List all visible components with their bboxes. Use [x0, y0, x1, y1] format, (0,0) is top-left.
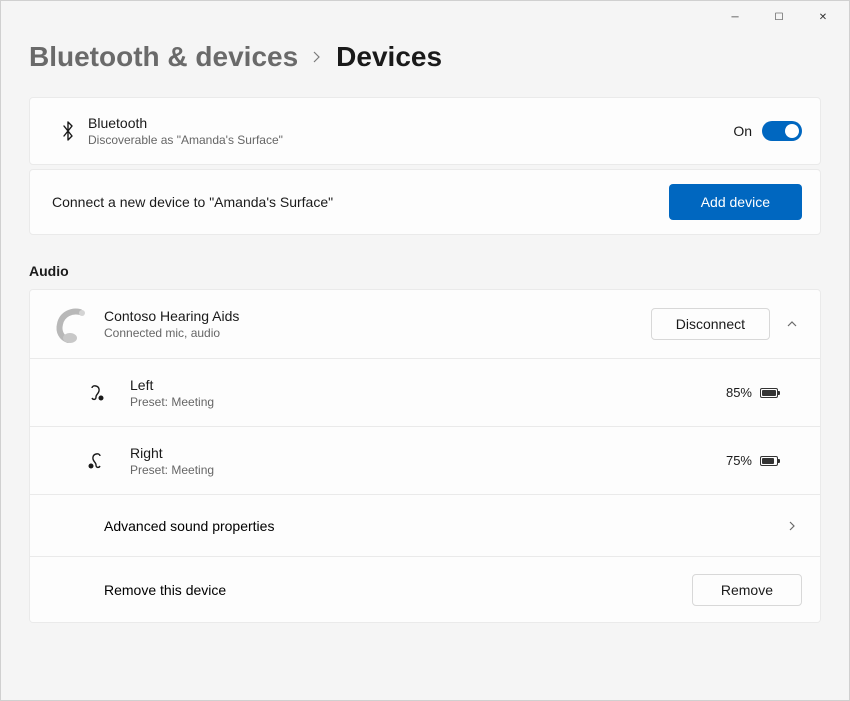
right-label: Right: [130, 445, 726, 461]
chevron-right-icon: [782, 520, 802, 532]
close-button[interactable]: ✕: [801, 3, 845, 31]
titlebar: ─ ☐ ✕: [1, 1, 849, 33]
bluetooth-icon: [48, 120, 88, 142]
audio-section-header: Audio: [29, 263, 821, 279]
ear-right-icon: [48, 452, 112, 470]
device-status: Connected mic, audio: [104, 326, 651, 340]
battery-icon: [760, 456, 778, 466]
advanced-sound-row[interactable]: Advanced sound properties: [30, 494, 820, 556]
bluetooth-text: Bluetooth Discoverable as "Amanda's Surf…: [88, 115, 733, 147]
page-title: Devices: [336, 41, 442, 73]
remove-button[interactable]: Remove: [692, 574, 802, 606]
battery-icon: [760, 388, 778, 398]
device-name: Contoso Hearing Aids: [104, 308, 651, 324]
add-device-card: Connect a new device to "Amanda's Surfac…: [29, 169, 821, 235]
breadcrumb: Bluetooth & devices Devices: [29, 41, 821, 73]
minimize-icon: ─: [731, 12, 738, 23]
breadcrumb-parent[interactable]: Bluetooth & devices: [29, 41, 298, 73]
remove-device-row: Remove this device Remove: [30, 556, 820, 622]
chevron-up-icon[interactable]: [782, 320, 802, 328]
disconnect-button[interactable]: Disconnect: [651, 308, 770, 340]
left-preset: Preset: Meeting: [130, 395, 726, 409]
maximize-button[interactable]: ☐: [757, 3, 801, 31]
settings-window: ─ ☐ ✕ Bluetooth & devices Devices Blueto…: [0, 0, 850, 701]
battery-fill-right: [762, 458, 774, 464]
add-device-button[interactable]: Add device: [669, 184, 802, 220]
bluetooth-toggle-label: On: [733, 123, 752, 139]
advanced-sound-label: Advanced sound properties: [48, 518, 770, 534]
left-label: Left: [130, 377, 726, 393]
remove-device-label: Remove this device: [48, 582, 692, 598]
device-header-row[interactable]: Contoso Hearing Aids Connected mic, audi…: [30, 290, 820, 358]
hearing-aids-icon: [48, 302, 92, 346]
connect-text: Connect a new device to "Amanda's Surfac…: [52, 194, 669, 210]
right-hearing-aid-row: Right Preset: Meeting 75%: [30, 426, 820, 494]
bluetooth-card: Bluetooth Discoverable as "Amanda's Surf…: [29, 97, 821, 165]
chevron-right-icon: [312, 50, 322, 69]
bluetooth-subtitle: Discoverable as "Amanda's Surface": [88, 133, 733, 147]
maximize-icon: ☐: [775, 12, 784, 23]
close-icon: ✕: [819, 12, 827, 23]
right-preset: Preset: Meeting: [130, 463, 726, 477]
minimize-button[interactable]: ─: [713, 3, 757, 31]
left-battery-label: 85%: [726, 385, 752, 400]
ear-left-icon: [48, 384, 112, 402]
toggle-knob: [785, 124, 799, 138]
right-battery-label: 75%: [726, 453, 752, 468]
bluetooth-toggle[interactable]: [762, 121, 802, 141]
left-hearing-aid-row: Left Preset: Meeting 85%: [30, 358, 820, 426]
page-content: Bluetooth & devices Devices Bluetooth Di…: [1, 33, 849, 700]
bluetooth-title: Bluetooth: [88, 115, 733, 131]
audio-device-group: Contoso Hearing Aids Connected mic, audi…: [29, 289, 821, 623]
battery-fill-left: [762, 390, 776, 396]
